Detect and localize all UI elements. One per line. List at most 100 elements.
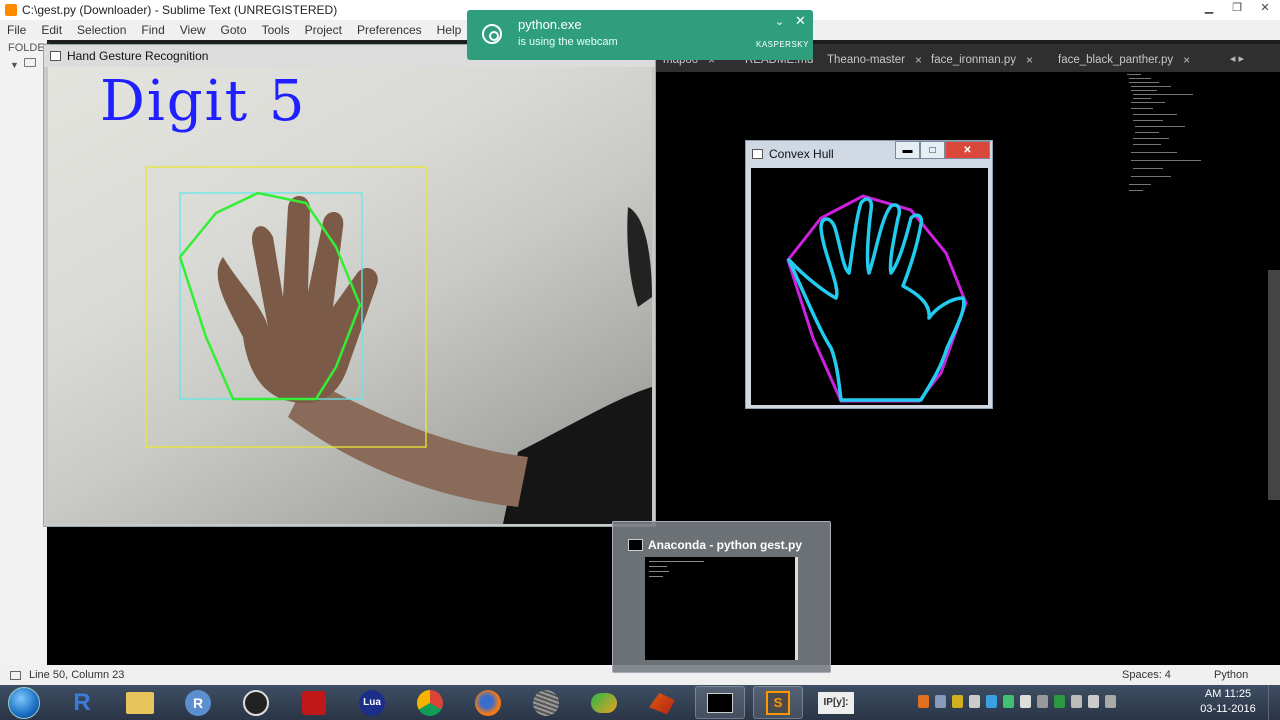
tray-app-icon[interactable] — [918, 695, 929, 708]
hull-drawing — [786, 194, 968, 403]
head-shape — [627, 207, 652, 307]
anaconda-taskbar-preview[interactable]: Anaconda - python gest.py — [612, 521, 831, 673]
kaspersky-logo: KASPERSKY — [756, 40, 809, 49]
minimize-icon[interactable]: ▁ — [1202, 1, 1216, 14]
menu-find[interactable]: Find — [134, 23, 172, 37]
tray-app-icon[interactable] — [1003, 695, 1014, 708]
shirt-shape — [503, 387, 652, 524]
cmd-icon[interactable] — [695, 686, 745, 719]
rstudio-label: R — [185, 689, 211, 716]
preview-title: Anaconda - python gest.py — [648, 538, 803, 552]
menu-view[interactable]: View — [173, 23, 214, 37]
menu-tools[interactable]: Tools — [255, 23, 298, 37]
maximize-button[interactable]: □ — [920, 141, 945, 159]
menu-help[interactable]: Help — [430, 23, 470, 37]
close-button[interactable]: ✕ — [945, 141, 990, 159]
tray-app-icon[interactable] — [935, 695, 946, 708]
tab-label: face_black_panther.py — [1058, 54, 1174, 66]
tab-theano-master[interactable]: Theano-master × — [817, 48, 932, 72]
toast-app-name: python.exe — [518, 17, 582, 32]
sublime-icon[interactable]: S — [753, 686, 803, 719]
editor-window-title: C:\gest.py (Downloader) - Sublime Text (… — [22, 3, 338, 17]
editor-scrollbar[interactable] — [1268, 270, 1280, 500]
chevron-down-icon[interactable]: ⌄ — [775, 15, 784, 28]
sublime-label: S — [766, 690, 790, 715]
system-clock[interactable]: AM 11:25 03-11-2016 — [1200, 687, 1256, 717]
r-tray-icon[interactable] — [1054, 695, 1065, 708]
syntax-selector[interactable]: Python — [1214, 669, 1248, 681]
clock-date: 03-11-2016 — [1200, 703, 1256, 715]
console-preview[interactable] — [645, 557, 798, 660]
network-app-icon[interactable] — [579, 686, 629, 719]
menu-preferences[interactable]: Preferences — [350, 23, 430, 37]
sphere-icon[interactable] — [521, 686, 571, 719]
show-desktop-button[interactable] — [1268, 685, 1280, 720]
window-icon — [752, 148, 763, 159]
tray-app-icon[interactable] — [952, 695, 963, 708]
hull-canvas — [751, 168, 988, 405]
convex-hull-window[interactable]: Convex Hull ▬ □ ✕ — [745, 140, 993, 409]
chrome-icon[interactable] — [405, 686, 455, 719]
webcam-scene — [145, 166, 652, 524]
cmd-icon — [628, 539, 643, 551]
tray-app-icon[interactable] — [986, 695, 997, 708]
sidebar: FOLDER ▼ — [0, 40, 53, 665]
console-text-lines — [649, 561, 704, 577]
cursor-position: Line 50, Column 23 — [29, 669, 125, 681]
tray-app-icon[interactable] — [1037, 695, 1048, 708]
ipython-icon[interactable]: IP[y]: — [811, 686, 861, 719]
hand-gesture-window[interactable]: Hand Gesture Recognition Digit 5 — [43, 44, 656, 527]
tab-label: face_ironman.py — [931, 54, 1017, 66]
window-title: Hand Gesture Recognition — [67, 49, 209, 63]
system-tray — [918, 695, 1116, 708]
network-icon[interactable] — [1071, 695, 1082, 708]
close-icon[interactable]: ✕ — [1258, 1, 1272, 14]
obs-icon[interactable] — [231, 686, 281, 719]
tab-face-ironman[interactable]: face_ironman.py × — [921, 48, 1043, 72]
sidebar-header: FOLDER — [8, 42, 53, 54]
maximize-icon[interactable]: ❐ — [1230, 1, 1244, 14]
menu-file[interactable]: File — [0, 23, 34, 37]
start-button[interactable] — [8, 687, 40, 719]
webcam-icon — [482, 24, 502, 44]
tab-close-icon[interactable]: × — [1026, 53, 1033, 67]
acrobat-icon[interactable] — [289, 686, 339, 719]
windows-taskbar: R R Lua S IP[y]: AM 11:25 03-11-2016 — [0, 685, 1280, 720]
console-scrollbar — [795, 557, 798, 660]
window-icon — [50, 51, 61, 61]
menu-project[interactable]: Project — [298, 23, 350, 37]
menu-goto[interactable]: Goto — [214, 23, 255, 37]
action-center-flag-icon[interactable] — [1020, 695, 1031, 708]
ipython-label: IP[y]: — [818, 691, 854, 714]
menu-edit[interactable]: Edit — [34, 23, 70, 37]
close-icon[interactable]: ✕ — [795, 13, 806, 29]
firefox-icon[interactable] — [463, 686, 513, 719]
panel-toggle-icon[interactable] — [10, 670, 21, 680]
minimize-button[interactable]: ▬ — [895, 141, 920, 159]
indentation-setting[interactable]: Spaces: 4 — [1122, 669, 1171, 681]
R-icon[interactable]: R — [57, 686, 107, 719]
expand-triangle-icon[interactable]: ▼ — [10, 60, 19, 70]
matlab-icon[interactable] — [637, 686, 687, 719]
signal-icon[interactable] — [1105, 695, 1116, 708]
file-explorer-icon[interactable] — [115, 686, 165, 719]
webcam-frame: Digit 5 — [48, 67, 652, 524]
lua-icon[interactable]: Lua — [347, 686, 397, 719]
folder-icon[interactable] — [24, 58, 36, 67]
minimap[interactable] — [1125, 72, 1215, 197]
tab-label: Theano-master — [827, 54, 905, 66]
battery-icon[interactable] — [1088, 695, 1099, 708]
volume-icon[interactable] — [969, 695, 980, 708]
toast-message: is using the webcam — [518, 36, 618, 48]
digit-overlay-text: Digit 5 — [100, 69, 307, 134]
lua-label: Lua — [359, 689, 385, 716]
tab-face-black-panther[interactable]: face_black_panther.py × — [1048, 48, 1200, 72]
rstudio-icon[interactable]: R — [173, 686, 223, 719]
hand-contour — [787, 197, 966, 402]
tab-scroll-arrows[interactable]: ◂ ▸ — [1230, 52, 1244, 65]
window-title: Convex Hull — [769, 146, 834, 161]
menu-selection[interactable]: Selection — [70, 23, 134, 37]
clock-time: AM 11:25 — [1204, 688, 1252, 700]
webcam-notification-toast[interactable]: python.exe is using the webcam ⌄ ✕ KASPE… — [467, 10, 813, 60]
tab-close-icon[interactable]: × — [1183, 53, 1190, 67]
